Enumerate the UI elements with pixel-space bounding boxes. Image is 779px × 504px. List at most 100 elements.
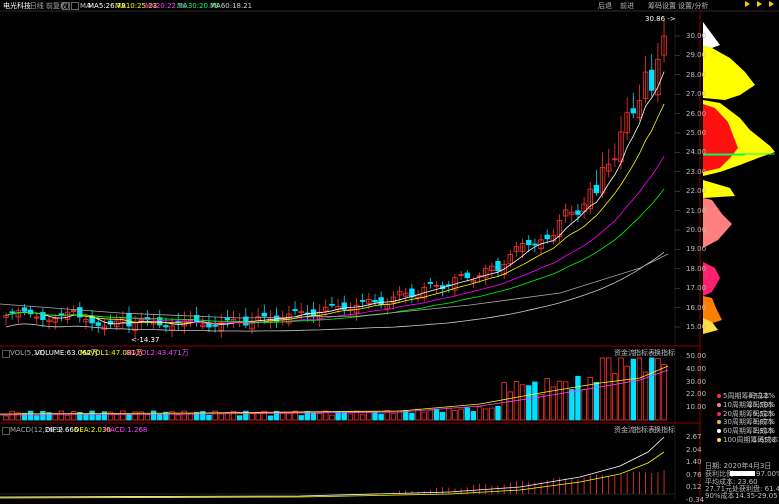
volume-bar — [120, 410, 126, 421]
macd-tab-indicator[interactable]: 指标表 — [634, 426, 655, 434]
macd-tick-label: 0.12 — [686, 483, 702, 492]
price-tick-label: 25.00 — [686, 129, 707, 137]
volume-bar — [390, 413, 397, 421]
volume-bar — [40, 411, 46, 421]
candle-body — [9, 311, 15, 314]
volume-bar — [3, 415, 9, 421]
macd-tab-switch[interactable]: 换指标 — [654, 426, 675, 434]
volume-bar — [556, 380, 563, 421]
volume-bar — [636, 357, 643, 421]
volume-bar — [114, 413, 120, 421]
volume-tab-switch[interactable]: 换指标 — [654, 349, 675, 357]
volume-bar — [458, 408, 464, 421]
macd-tab-fund[interactable]: 资金流 — [614, 426, 635, 434]
candle-body — [224, 318, 231, 321]
volume-bar — [655, 358, 661, 421]
volume-bar — [606, 357, 612, 421]
candle-body — [372, 300, 378, 303]
dif-line — [0, 436, 665, 498]
volume-bar — [249, 412, 255, 421]
candle-body — [649, 69, 655, 91]
candle-body — [630, 108, 636, 114]
volume-bar — [519, 384, 526, 421]
max-price-label: 30.86 -> — [645, 15, 676, 23]
volume-bar — [255, 412, 261, 421]
volume-bar — [452, 410, 458, 421]
price-tick-label: 18.00 — [686, 264, 707, 273]
volume-tick-label: 30.00 — [686, 377, 707, 386]
price-tick-label: 30.00 — [686, 32, 707, 40]
chip-date: 日期: 2020年4月3日 — [705, 462, 772, 470]
volume-bar — [58, 410, 65, 421]
kline-chart[interactable] — [0, 0, 779, 500]
candle-body — [329, 303, 335, 306]
volume-bar — [372, 411, 378, 421]
chip-legend-row: 30周期筹码成本 3.07% — [717, 418, 777, 426]
volume-tab-fund[interactable]: 资金流 — [614, 349, 635, 357]
volume-bar — [310, 412, 317, 421]
profit-ratio-value: 97.00% — [756, 470, 779, 478]
chip-legend-pct: 3.07% — [752, 418, 775, 427]
chip-legend-pct: 47.12% — [748, 392, 775, 400]
price-tick-label: 29.00 — [686, 51, 707, 60]
chip-legend-row: 100周期筹码成本 1.65% — [717, 436, 778, 444]
volume-bar — [464, 407, 470, 421]
volume-bar — [280, 412, 286, 421]
cost-range-label: 90%成本 — [705, 492, 735, 500]
price-tick-label: 28.00 — [686, 70, 707, 79]
volume-bar — [298, 415, 304, 421]
candle-body — [532, 243, 538, 246]
chip-legend-swatch — [717, 402, 721, 407]
candle-body — [544, 234, 550, 240]
volume-bar — [366, 411, 372, 421]
price-tick-label: 21.00 — [686, 206, 707, 215]
volume-bar — [89, 410, 95, 421]
candle-body — [575, 210, 581, 215]
chip-legend-row: 20周期筹码成本 9.52% — [717, 410, 777, 418]
volume-panel-icon[interactable] — [2, 350, 10, 358]
profit-ratio-bar — [730, 471, 755, 476]
price-tick-label: 19.00 — [686, 245, 707, 254]
chip-legend-swatch — [717, 411, 721, 416]
volume-tab-indicator[interactable]: 指标表 — [634, 349, 655, 357]
candle-body — [95, 322, 101, 326]
price-tick-label: 27.00 — [686, 90, 707, 99]
price-tick-label: 20.00 — [686, 226, 707, 234]
macd-tick-label: 0.76 — [686, 470, 702, 479]
macd-panel-icon[interactable] — [2, 427, 10, 435]
volume-bar — [126, 414, 132, 421]
volume-bar — [599, 357, 606, 421]
macd-tick-label: 1.40 — [686, 458, 702, 467]
mavol2-value: MAVOL2:43.471万 — [126, 349, 189, 357]
volume-tick-label: 40.00 — [686, 364, 707, 373]
volume-bar — [470, 411, 477, 421]
chip-legend-pct: 1.65% — [752, 436, 775, 444]
volume-bar — [9, 410, 15, 421]
macd-tick-label: -0.34 — [686, 496, 705, 504]
volume-bar — [581, 389, 587, 421]
candle-body — [126, 313, 132, 327]
candle-body — [495, 261, 501, 272]
volume-bar — [181, 410, 188, 421]
dea-line — [0, 451, 665, 499]
volume-bar — [157, 413, 163, 421]
chip-yellow-1 — [703, 46, 755, 100]
price-tick-label: 23.00 — [686, 167, 707, 176]
candle-body — [163, 325, 169, 328]
volume-bar — [569, 389, 575, 421]
volume-bar — [446, 407, 452, 421]
candle-body — [21, 307, 28, 312]
price-tick-label: 15.00 — [686, 323, 707, 331]
volume-bar — [575, 375, 581, 421]
chip-yellow-3 — [703, 180, 735, 198]
volume-bar — [187, 413, 194, 421]
volume-bar — [292, 410, 298, 421]
volume-tick-label: 22.00 — [686, 390, 707, 399]
price-tick-label: 22.00 — [686, 187, 707, 196]
volume-bar — [236, 415, 243, 421]
ma120-line — [0, 253, 669, 319]
chip-legend-pct: 2.91% — [752, 427, 775, 436]
volume-bar — [482, 408, 489, 421]
volume-bar — [433, 408, 440, 421]
volume-bar — [286, 412, 292, 421]
